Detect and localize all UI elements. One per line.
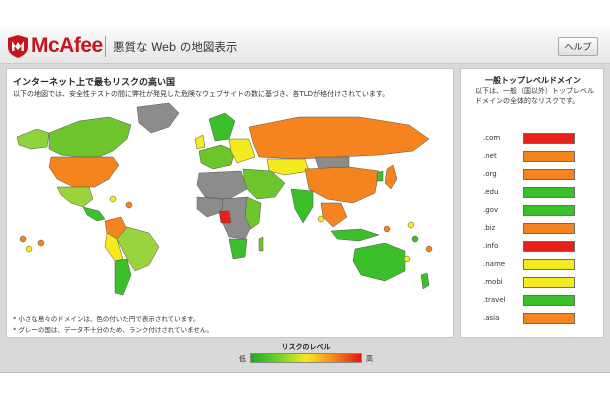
tld-row-biz[interactable]: .biz: [483, 223, 595, 235]
risk-legend: リスクのレベル 低 高: [236, 340, 376, 370]
tld-subtitle: 以下は、一般（国以外）トップレベルドメインの全体的なリスクです。: [475, 87, 594, 105]
island-marker[interactable]: [383, 225, 391, 233]
world-map: [16, 102, 433, 296]
map-region-china[interactable]: [304, 166, 380, 204]
map-region-greenland[interactable]: [136, 102, 180, 134]
map-region-europe-east[interactable]: [228, 138, 256, 164]
map-region-indonesia[interactable]: [330, 228, 380, 242]
tld-row-edu[interactable]: .edu: [483, 187, 595, 199]
map-region-south-africa[interactable]: [228, 238, 248, 260]
tld-row-net[interactable]: .net: [483, 151, 595, 163]
tld-label: .org: [483, 170, 497, 178]
island-marker[interactable]: [411, 235, 419, 243]
map-region-korea[interactable]: [376, 170, 384, 182]
header-divider: [105, 36, 106, 57]
tld-risk-swatch: [523, 241, 575, 252]
island-marker[interactable]: [19, 235, 27, 243]
tld-label: .mobi: [483, 278, 503, 286]
map-region-uk[interactable]: [194, 134, 206, 150]
map-region-madagascar[interactable]: [258, 236, 264, 252]
tld-risk-swatch: [523, 277, 575, 288]
tld-label: .travel: [483, 296, 506, 304]
map-region-cameroon[interactable]: [218, 210, 232, 224]
map-title: インターネット上で最もリスクの高い国: [13, 78, 176, 88]
brand-name: McAfee: [31, 34, 103, 57]
island-marker[interactable]: [403, 255, 411, 263]
map-region-japan[interactable]: [384, 164, 398, 190]
island-marker[interactable]: [407, 221, 415, 229]
map-panel: インターネット上で最もリスクの高い国 以下の地図では、安全性テストの間に弊社が発…: [6, 68, 454, 338]
legend-low-label: 低: [239, 355, 246, 363]
map-region-europe-west[interactable]: [198, 144, 236, 170]
tld-row-travel[interactable]: .travel: [483, 295, 595, 307]
tld-label: .biz: [483, 224, 496, 232]
map-note-grey: * グレーの国は、データ不十分のため、ランク付けされていません。: [13, 326, 213, 334]
tld-title: 一般トップレベルドメイン: [485, 76, 581, 85]
mcafee-logo: McAfee: [8, 34, 103, 58]
legend-gradient-bar: [250, 353, 362, 363]
shield-icon: [8, 34, 28, 58]
tld-risk-swatch: [523, 187, 575, 198]
map-region-southeast-asia[interactable]: [320, 202, 348, 228]
tld-risk-swatch: [523, 223, 575, 234]
tld-risk-swatch: [523, 151, 575, 162]
tld-risk-swatch: [523, 169, 575, 180]
page-title: 悪質な Web の地図表示: [113, 40, 238, 54]
tld-row-asia[interactable]: .asia: [483, 313, 595, 325]
map-region-new-zealand[interactable]: [420, 272, 430, 290]
map-region-australia[interactable]: [352, 242, 406, 282]
tld-label: .name: [483, 260, 506, 268]
map-region-north-africa[interactable]: [196, 170, 248, 200]
island-marker[interactable]: [317, 215, 325, 223]
map-region-kazakhstan[interactable]: [266, 158, 310, 176]
tld-label: .gov: [483, 206, 499, 214]
map-region-usa[interactable]: [48, 156, 120, 188]
tld-label: .edu: [483, 188, 499, 196]
tld-risk-swatch: [523, 295, 575, 306]
island-marker[interactable]: [425, 245, 433, 253]
tld-risk-swatch: [523, 133, 575, 144]
help-button[interactable]: ヘルプ: [558, 37, 598, 56]
map-region-canada[interactable]: [48, 116, 132, 158]
app-header: McAfee 悪質な Web の地図表示 ヘルプ: [0, 28, 610, 64]
tld-label: .info: [483, 242, 499, 250]
map-region-argentina[interactable]: [114, 258, 132, 296]
tld-label: .net: [483, 152, 497, 160]
island-marker[interactable]: [125, 201, 133, 209]
legend-high-label: 高: [366, 355, 373, 363]
map-region-mexico[interactable]: [56, 186, 94, 208]
island-marker[interactable]: [109, 195, 117, 203]
island-marker[interactable]: [25, 245, 33, 253]
tld-panel: 一般トップレベルドメイン 以下は、一般（国以外）トップレベルドメインの全体的なリ…: [460, 68, 604, 338]
tld-row-org[interactable]: .org: [483, 169, 595, 181]
map-region-russia[interactable]: [248, 116, 430, 160]
legend-title: リスクのレベル: [281, 343, 331, 351]
map-region-scandinavia[interactable]: [208, 112, 236, 142]
tld-row-gov[interactable]: .gov: [483, 205, 595, 217]
tld-row-mobi[interactable]: .mobi: [483, 277, 595, 289]
map-region-india[interactable]: [290, 188, 314, 224]
map-note-islands: * 小さな島々のドメインは、色の付いた円で表示されています。: [13, 315, 200, 323]
map-region-alaska[interactable]: [16, 128, 50, 150]
tld-risk-swatch: [523, 205, 575, 216]
tld-risk-swatch: [523, 259, 575, 270]
tld-risk-swatch: [523, 313, 575, 324]
tld-label: .com: [483, 134, 501, 142]
tld-label: .asia: [483, 314, 500, 322]
map-region-central-america[interactable]: [82, 206, 106, 222]
map-subtitle: 以下の地図では、安全性テストの間に弊社が発見した危険なウェブサイトの数に基づき、…: [13, 90, 390, 98]
tld-row-name[interactable]: .name: [483, 259, 595, 271]
tld-row-com[interactable]: .com: [483, 133, 595, 145]
tld-row-info[interactable]: .info: [483, 241, 595, 253]
island-marker[interactable]: [37, 239, 45, 247]
